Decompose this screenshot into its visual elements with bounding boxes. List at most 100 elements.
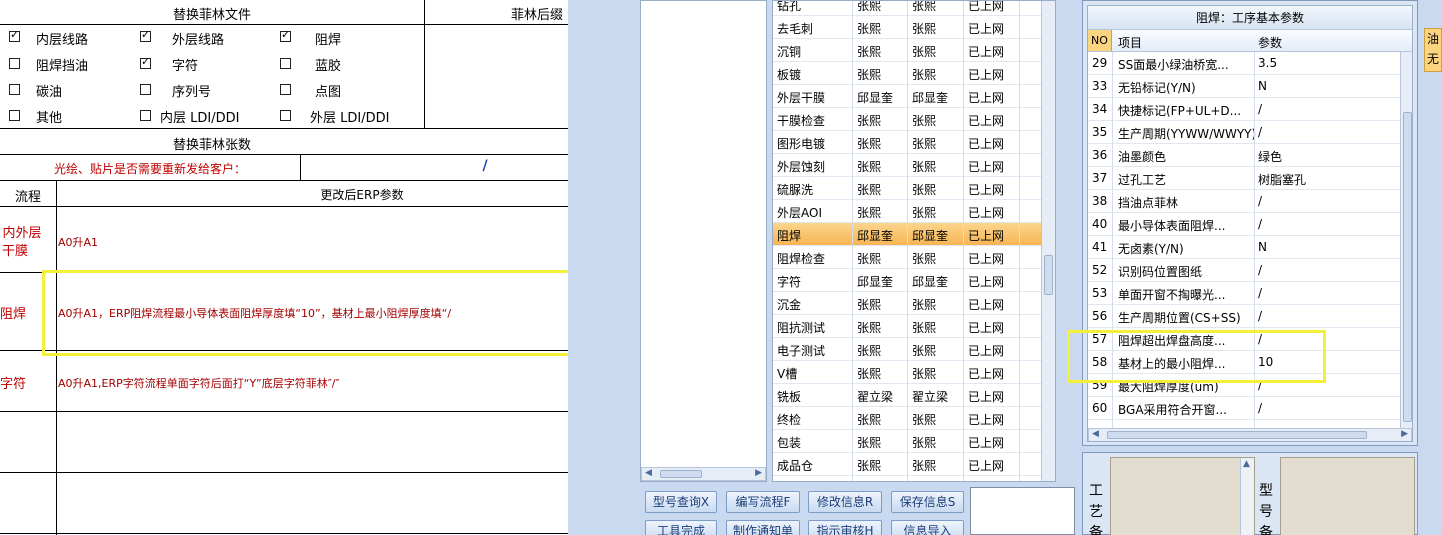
flow-row[interactable]: 终检 张熙 张熙 已上网: [773, 407, 1055, 430]
flow-cell-name: 字符: [777, 275, 802, 289]
checkbox-blue-glue[interactable]: [280, 58, 291, 69]
model-remark-input[interactable]: [1280, 457, 1415, 535]
flow-row[interactable]: 铣板 翟立梁 翟立梁 已上网: [773, 384, 1055, 407]
tool-done-button[interactable]: 工具完成: [645, 520, 717, 535]
param-row[interactable]: 36 油墨颜色 绿色: [1088, 144, 1400, 167]
checkbox-solder-block[interactable]: [9, 58, 20, 69]
notes-box[interactable]: [970, 487, 1075, 535]
tree-pane: ◀ ▶: [640, 0, 767, 482]
scroll-right-icon[interactable]: ▶: [755, 468, 762, 478]
flow-row[interactable]: 外层蚀刻 张熙 张熙 已上网: [773, 154, 1055, 177]
scroll-thumb[interactable]: [660, 470, 702, 478]
row-divider: [0, 411, 568, 412]
param-cell-item: 生产周期(YYWW/WWYY): [1118, 127, 1257, 141]
flow-row[interactable]: 去毛刺 张熙 张熙 已上网: [773, 16, 1055, 39]
param-row[interactable]: 37 过孔工艺 树脂塞孔: [1088, 167, 1400, 190]
param-hscrollbar[interactable]: ◀ ▶: [1088, 428, 1412, 441]
param-row[interactable]: 56 生产周期位置(CS+SS) /: [1088, 305, 1400, 328]
save-info-button[interactable]: 保存信息S: [891, 491, 964, 513]
scroll-right-icon[interactable]: ▶: [1401, 429, 1408, 439]
param-row[interactable]: 38 挡油点菲林 /: [1088, 190, 1400, 213]
scroll-left-icon[interactable]: ◀: [645, 468, 652, 478]
param-row[interactable]: 33 无铅标记(Y/N) N: [1088, 75, 1400, 98]
flow-row[interactable]: 干膜检查 张熙 张熙 已上网: [773, 108, 1055, 131]
checkbox-other[interactable]: [9, 110, 20, 121]
edit-flow-button[interactable]: 编写流程F: [726, 491, 800, 513]
checkbox-inner-layer[interactable]: [9, 28, 20, 42]
flow-cell-b: 张熙: [912, 114, 937, 128]
flow-row[interactable]: 阻焊检查 张熙 张熙 已上网: [773, 246, 1055, 269]
model-query-button[interactable]: 型号查询X: [645, 491, 717, 513]
tree-hscrollbar[interactable]: ◀ ▶: [641, 467, 766, 481]
flow-cell-a: 张熙: [857, 22, 882, 36]
param-cell-no: 40: [1092, 217, 1108, 231]
flow-row[interactable]: 钻孔 张熙 张熙 已上网: [773, 1, 1055, 16]
checkbox-carbon-oil[interactable]: [9, 84, 20, 95]
remark-vscrollbar[interactable]: ▲: [1240, 458, 1254, 535]
flow-cell-status: 已上网: [968, 160, 1005, 174]
edge-tab[interactable]: 油 无: [1424, 28, 1442, 72]
scroll-thumb[interactable]: [1044, 255, 1053, 295]
checkbox-inner-ldi[interactable]: [140, 110, 151, 121]
make-notice-button[interactable]: 制作通知单: [726, 520, 800, 535]
flow-row[interactable]: 外层AOI 张熙 张熙 已上网: [773, 200, 1055, 223]
flow-row[interactable]: 阻焊 邱显奎 邱显奎 已上网: [773, 223, 1055, 246]
flow-cell-status: 已上网: [968, 45, 1005, 59]
checkbox-dot-map[interactable]: [280, 84, 291, 95]
flow-row[interactable]: 板镀 张熙 张熙 已上网: [773, 62, 1055, 85]
checkbox-serial[interactable]: [140, 84, 151, 95]
flow-row[interactable]: 字符 邱显奎 邱显奎 已上网: [773, 269, 1055, 292]
checkbox-outer-ldi[interactable]: [280, 110, 291, 121]
scroll-thumb[interactable]: [1403, 112, 1412, 422]
param-row[interactable]: 60 BGA采用符合开窗... /: [1088, 397, 1400, 420]
param-row[interactable]: 34 快捷标记(FP+UL+D... /: [1088, 98, 1400, 121]
audit-button[interactable]: 指示审核H: [808, 520, 882, 535]
scroll-thumb[interactable]: [1107, 431, 1367, 439]
flow-vscrollbar[interactable]: [1041, 1, 1055, 481]
param-cell-param: /: [1258, 286, 1263, 300]
param-row[interactable]: 29 SS面最小绿油桥宽... 3.5: [1088, 52, 1400, 75]
scroll-up-icon[interactable]: ▲: [1243, 459, 1250, 469]
flow-cell-status: 已上网: [968, 275, 1005, 289]
flow-cell-status: 已上网: [968, 298, 1005, 312]
param-cell-item: 挡油点菲林: [1118, 196, 1179, 210]
param-row[interactable]: 52 识别码位置图纸 /: [1088, 259, 1400, 282]
checkbox-solder-mask[interactable]: [280, 28, 291, 42]
param-cell-item: 油墨颜色: [1118, 150, 1167, 164]
modify-info-button[interactable]: 修改信息R: [808, 491, 882, 513]
flow-row[interactable]: V槽 张熙 张熙 已上网: [773, 361, 1055, 384]
param-row[interactable]: 35 生产周期(YYWW/WWYY) /: [1088, 121, 1400, 144]
flow-row[interactable]: 图形电镀 张熙 张熙 已上网: [773, 131, 1055, 154]
flow-row[interactable]: 沉铜 张熙 张熙 已上网: [773, 39, 1055, 62]
param-cell-no: 53: [1092, 286, 1108, 300]
flow-row[interactable]: 成品仓 张熙 张熙 已上网: [773, 453, 1055, 476]
col-no[interactable]: NO: [1088, 30, 1112, 51]
import-info-button[interactable]: 信息导入: [891, 520, 964, 535]
checkbox-outer-layer[interactable]: [140, 28, 151, 42]
col-param[interactable]: 参数: [1258, 34, 1282, 51]
flow-cell-b: 张熙: [912, 160, 937, 174]
checkbox-label: 点图: [315, 85, 342, 100]
checkbox-legend[interactable]: [140, 55, 151, 69]
process-name: 干膜: [1, 244, 28, 259]
flow-row[interactable]: 包装 张熙 张熙 已上网: [773, 430, 1055, 453]
flow-cell-a: 张熙: [857, 114, 882, 128]
param-row[interactable]: 41 无卤素(Y/N) N: [1088, 236, 1400, 259]
param-cell-item: SS面最小绿油桥宽...: [1118, 58, 1229, 72]
flow-cell-name: 阻焊检查: [777, 252, 826, 266]
process-remark-input[interactable]: ▲: [1110, 457, 1255, 535]
scroll-left-icon[interactable]: ◀: [1092, 429, 1099, 439]
flow-row[interactable]: 沉金 张熙 张熙 已上网: [773, 292, 1055, 315]
flow-row[interactable]: 电子测试 张熙 张熙 已上网: [773, 338, 1055, 361]
flow-row[interactable]: 阻抗测试 张熙 张熙 已上网: [773, 315, 1055, 338]
param-vscrollbar[interactable]: [1400, 52, 1412, 428]
param-cell-item: 快捷标记(FP+UL+D...: [1118, 104, 1242, 118]
param-row[interactable]: 53 单面开窗不掏曝光... /: [1088, 282, 1400, 305]
highlight-box: [42, 270, 613, 356]
flow-row[interactable]: 外层干膜 邱显奎 邱显奎 已上网: [773, 85, 1055, 108]
param-row[interactable]: 40 最小导体表面阻焊... /: [1088, 213, 1400, 236]
col-item[interactable]: 项目: [1118, 34, 1142, 51]
row-divider: [0, 24, 568, 25]
flow-row[interactable]: 硫脲洗 张熙 张熙 已上网: [773, 177, 1055, 200]
flow-cell-a: 张熙: [857, 436, 882, 450]
